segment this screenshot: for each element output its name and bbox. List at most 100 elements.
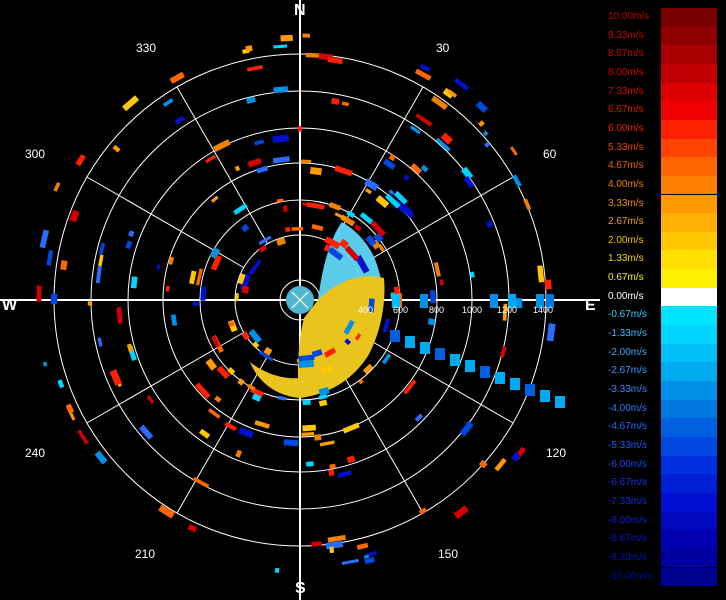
legend-swatch bbox=[661, 250, 717, 270]
legend-label: -8.00m/s bbox=[608, 514, 647, 526]
echo-gate bbox=[273, 44, 288, 49]
echo-gate bbox=[341, 558, 359, 566]
legend-swatch bbox=[661, 82, 717, 102]
legend-label: -4.67m/s bbox=[608, 421, 647, 433]
echo-gate bbox=[509, 146, 518, 156]
echo-gate bbox=[439, 279, 444, 286]
legend-row: 10.00m/s bbox=[605, 8, 717, 27]
echo-gate bbox=[302, 399, 311, 406]
echo-gate bbox=[224, 421, 237, 432]
echo-gate bbox=[311, 223, 324, 231]
echo-gate bbox=[362, 363, 374, 375]
legend-swatch bbox=[661, 474, 717, 493]
legend-row: -7.33m/s bbox=[605, 492, 717, 512]
legend-label: 8.00m/s bbox=[608, 66, 644, 78]
echo-gate bbox=[453, 505, 469, 520]
echo-gate bbox=[112, 144, 121, 153]
legend-row: -5.33m/s bbox=[605, 436, 717, 456]
echo-gate bbox=[341, 101, 350, 107]
legend-row: 4.00m/s bbox=[605, 175, 717, 195]
radar-plot[interactable]: 400 600 800 1000 1200 1400 bbox=[0, 0, 600, 600]
legend-row: -8.00m/s bbox=[605, 511, 717, 531]
echo-gate bbox=[555, 396, 565, 408]
azimuth-label-210: 210 bbox=[135, 547, 156, 561]
echo-gate bbox=[525, 384, 535, 396]
legend-label: -2.67m/s bbox=[608, 365, 647, 377]
echo-gate bbox=[546, 323, 556, 342]
echo-gate bbox=[420, 294, 428, 308]
compass-north-label: N bbox=[294, 2, 306, 19]
legend-row: 7.33m/s bbox=[605, 82, 717, 102]
legend-label: 9.33m/s bbox=[608, 29, 644, 41]
echo-gate bbox=[126, 343, 134, 353]
compass-south-label: S bbox=[295, 580, 306, 597]
echo-gate bbox=[318, 399, 328, 407]
azimuth-spoke bbox=[176, 356, 268, 514]
legend-label: 0.67m/s bbox=[608, 272, 644, 284]
echo-gate bbox=[174, 115, 185, 125]
echo-gate bbox=[167, 256, 175, 265]
echo-gate bbox=[125, 240, 133, 250]
legend-swatch bbox=[661, 325, 717, 344]
echo-gate bbox=[258, 244, 268, 253]
azimuth-label-150: 150 bbox=[438, 547, 459, 561]
legend-swatch bbox=[661, 175, 717, 195]
legend-swatch bbox=[661, 548, 717, 568]
echo-gate bbox=[512, 174, 522, 188]
azimuth-label-300: 300 bbox=[25, 147, 46, 161]
legend-row: 2.67m/s bbox=[605, 213, 717, 232]
legend-row: 6.00m/s bbox=[605, 119, 717, 139]
echo-gate bbox=[94, 450, 108, 465]
echo-gate bbox=[415, 113, 433, 127]
echo-gate bbox=[420, 342, 430, 354]
range-label: 1200 bbox=[497, 305, 517, 315]
echo-gate bbox=[500, 346, 507, 358]
echo-gate bbox=[36, 285, 42, 302]
echo-gate bbox=[328, 201, 342, 211]
echo-gate bbox=[544, 279, 552, 290]
range-label: 400 bbox=[358, 305, 373, 315]
echo-gate bbox=[302, 424, 316, 432]
echo-gate bbox=[116, 307, 123, 324]
azimuth-label-30: 30 bbox=[436, 41, 450, 55]
echo-gate bbox=[306, 461, 314, 467]
legend-swatch bbox=[661, 492, 717, 512]
legend-row: 6.67m/s bbox=[605, 101, 717, 120]
echo-gate bbox=[403, 174, 410, 181]
echo-gate bbox=[46, 249, 54, 266]
azimuth-spoke bbox=[86, 176, 244, 268]
legend-label: 5.33m/s bbox=[608, 141, 644, 153]
echo-gate bbox=[245, 45, 253, 52]
azimuth-label-240: 240 bbox=[25, 446, 46, 460]
legend-row: -0.67m/s bbox=[605, 306, 717, 326]
legend-label: -6.67m/s bbox=[608, 477, 647, 489]
legend-swatch bbox=[661, 343, 717, 363]
echo-gate bbox=[276, 198, 284, 203]
echo-gate bbox=[356, 542, 369, 550]
echo-gate bbox=[510, 378, 520, 390]
legend-row: -9.33m/s bbox=[605, 548, 717, 568]
echo-gate bbox=[328, 469, 335, 477]
echo-gate bbox=[334, 165, 353, 177]
compass-west-label: W bbox=[2, 297, 18, 314]
echo-gate bbox=[139, 424, 154, 440]
legend-swatch bbox=[661, 213, 717, 232]
echo-gate bbox=[390, 330, 400, 342]
echo-gate bbox=[523, 198, 532, 211]
legend-swatch bbox=[661, 269, 717, 288]
echo-gate bbox=[309, 166, 322, 176]
echo-gate bbox=[210, 195, 219, 203]
echo-gate bbox=[205, 358, 218, 371]
echo-gate bbox=[494, 457, 507, 472]
echo-gate bbox=[87, 301, 93, 306]
echo-gate bbox=[109, 369, 122, 386]
echo-gate bbox=[465, 360, 475, 372]
legend-label: -10.00m/s bbox=[608, 570, 653, 582]
legend-label: -5.33m/s bbox=[608, 439, 647, 451]
echo-gate bbox=[435, 348, 445, 360]
azimuth-label-60: 60 bbox=[543, 147, 557, 161]
legend-row: 0.67m/s bbox=[605, 269, 717, 288]
echo-gate bbox=[495, 372, 505, 384]
echo-gate bbox=[291, 226, 304, 231]
echo-gate bbox=[327, 534, 346, 543]
